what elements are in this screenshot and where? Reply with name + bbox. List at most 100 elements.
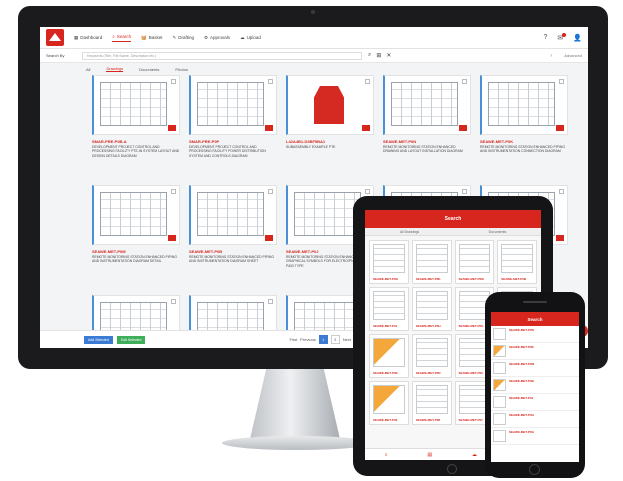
select-checkbox[interactable] [365, 189, 370, 194]
tablet-tab-documents[interactable]: Documents [489, 230, 507, 234]
select-checkbox[interactable] [268, 79, 273, 84]
select-checkbox[interactable] [171, 299, 176, 304]
tablet-result-card[interactable]: SEAWE-MET-P0H [411, 287, 452, 331]
card-title[interactable]: SEAWE-MET-P0N [383, 139, 471, 144]
tab-documents[interactable]: Documents [139, 67, 159, 72]
nav-dashboard[interactable]: ▦ Dashboard [74, 35, 102, 41]
nav-approvals[interactable]: ⚙ Approvals [204, 35, 230, 41]
card-title[interactable]: SEAWE-MET-P0M [92, 249, 180, 254]
select-checkbox[interactable] [268, 299, 273, 304]
brand-logo[interactable] [46, 29, 64, 46]
search-bar: Search By Keywords (Title, File Name, De… [40, 49, 588, 63]
nav-drafting[interactable]: ✎ Drafting [172, 35, 194, 41]
card-title[interactable]: SMAR-PRE-P0P [189, 139, 277, 144]
tab-photos[interactable]: Photos [175, 67, 187, 72]
phone-header: Search [491, 312, 579, 326]
drawing-thumbnail[interactable] [189, 185, 277, 245]
tab-all[interactable]: All [86, 67, 90, 72]
tablet-result-card[interactable]: SEAWE-MET-P0K [411, 240, 452, 284]
tablet-card-title: SEAWE-MET-P0H [415, 324, 441, 328]
select-checkbox[interactable] [268, 189, 273, 194]
drawing-thumbnail[interactable] [92, 75, 180, 135]
clear-icon[interactable]: ✕ [386, 52, 391, 59]
phone-row-title: SEAWE-MET-P0B [509, 379, 534, 383]
phone-device: Search SEAWE-MET-P0N SEAWE-MET-P0K SEAWE-M… [485, 292, 585, 478]
result-card[interactable]: SEAWE-MET-P0N REMOTE MONITORING STATION E… [383, 75, 471, 177]
tab-drawings[interactable]: Drawings [106, 66, 124, 72]
tablet-result-card[interactable]: SEAWE-MET-P0N [369, 240, 409, 284]
drawing-preview [373, 385, 405, 414]
advanced-search-link[interactable]: Advanced [564, 53, 582, 58]
select-checkbox[interactable] [462, 79, 467, 84]
select-checkbox[interactable] [462, 189, 467, 194]
phone-home-button[interactable] [529, 464, 540, 475]
tablet-result-card[interactable]: SEAWE-MET-P0B [497, 240, 537, 284]
select-checkbox[interactable] [171, 189, 176, 194]
add-selected-button[interactable]: Add Selected [84, 335, 113, 344]
card-title[interactable]: SEAWE-MET-P0K [480, 139, 568, 144]
tablet-card-title: SEAWE-MET-P07 [458, 418, 483, 422]
pager-next[interactable]: Next [343, 337, 351, 342]
tablet-result-card[interactable]: SEAWE-MET-P0E [369, 334, 409, 378]
phone-row-title: SEAWE-MET-P0M [509, 362, 535, 366]
tablet-result-card[interactable]: SEAWE-MET-P08 [411, 381, 452, 425]
phone-result-row[interactable]: SEAWE-MET-P0H [491, 411, 579, 428]
select-checkbox[interactable] [559, 189, 564, 194]
drawing-thumbnail[interactable] [383, 75, 471, 135]
nav-upload[interactable]: ☁ Upload [240, 35, 261, 41]
phone-result-row[interactable]: SEAWE-MET-P0K [491, 343, 579, 360]
tablet-tabs: All Drawings Documents [365, 228, 541, 236]
filter-icon[interactable]: ⊞ [376, 52, 381, 59]
pager-first[interactable]: First [289, 337, 297, 342]
result-card[interactable]: SEAWE-MET-P0M REMOTE MONITORING STATION E… [92, 185, 180, 287]
edit-selected-button[interactable]: Edit Selected [116, 335, 146, 344]
card-title[interactable]: SMAR-PRE-P0B-A [92, 139, 180, 144]
tablet-card-title: SEAWE-MET-P0G [458, 324, 484, 328]
drawing-preview [197, 192, 264, 236]
search-icon[interactable]: ⌕ [368, 52, 371, 59]
tablet-result-card[interactable]: SEAWE-MET-P09 [369, 381, 409, 425]
drawing-thumbnail[interactable] [480, 75, 568, 135]
tablet-result-card[interactable]: SEAWE-MET-P0D [411, 334, 452, 378]
phone-result-row[interactable]: SEAWE-MET-P0N [491, 326, 579, 343]
tablet-basket-icon[interactable]: ▤ [427, 452, 432, 458]
card-title[interactable]: SEAWE-MET-P0B [189, 249, 277, 254]
search-scope-dropdown[interactable]: Search By [46, 53, 76, 58]
help-icon[interactable]: ? [544, 34, 548, 42]
nav-search[interactable]: ⌕ Search [112, 34, 132, 42]
user-menu-icon[interactable]: 👤 [573, 34, 582, 42]
pager-previous[interactable]: Previous [300, 337, 316, 342]
result-card[interactable]: SEAWE-MET-P0B REMOTE MONITORING STATION E… [189, 185, 277, 287]
phone-result-row[interactable]: SEAWE-MET-P0J [491, 394, 579, 411]
page-2[interactable]: 2 [330, 335, 340, 344]
tablet-result-card[interactable]: SEAWE-MET-P0J [369, 287, 409, 331]
result-tabs: All Drawings Documents Photos [40, 63, 588, 75]
card-title[interactable]: L42A4B1-D3BF5BA1 [286, 139, 374, 144]
select-checkbox[interactable] [365, 79, 370, 84]
select-checkbox[interactable] [559, 79, 564, 84]
tablet-search-icon[interactable]: ⌕ [385, 452, 388, 458]
result-card[interactable]: L42A4B1-D3BF5BA1 SUBASSEMBLY EXAMPLE PTE [286, 75, 374, 177]
drawing-thumbnail[interactable] [286, 75, 374, 135]
nav-basket[interactable]: 🧺 Basket [141, 35, 162, 41]
phone-result-row[interactable]: SEAWE-MET-P0G [491, 428, 579, 445]
phone-result-row[interactable]: SEAWE-MET-P0B [491, 377, 579, 394]
search-input[interactable]: Keywords (Title, File Name, Description … [82, 51, 362, 60]
result-card[interactable]: SMAR-PRE-P0B-A DEVELOPMENT PROJECT CONTRO… [92, 75, 180, 177]
phone-result-row[interactable]: SEAWE-MET-P0M [491, 360, 579, 377]
tablet-home-button[interactable] [447, 464, 457, 474]
tablet-result-card[interactable]: SEAWE-MET-P0M [454, 240, 495, 284]
result-card[interactable]: SEAWE-MET-P0K REMOTE MONITORING STATION E… [480, 75, 568, 177]
notifications-icon[interactable]: ✉ [557, 32, 567, 42]
help-link[interactable]: ? [550, 53, 552, 58]
drawing-preview [493, 345, 506, 357]
tablet-upload-icon[interactable]: ☁ [472, 452, 477, 458]
result-card[interactable]: SMAR-PRE-P0P DEVELOPMENT PROJECT CONTROL … [189, 75, 277, 177]
drawing-thumbnail[interactable] [92, 185, 180, 245]
page-1[interactable]: 1 [318, 335, 328, 344]
drawing-preview [373, 244, 405, 273]
drawing-preview [493, 396, 506, 408]
tablet-tab-drawings[interactable]: All Drawings [400, 230, 419, 234]
select-checkbox[interactable] [171, 79, 176, 84]
drawing-thumbnail[interactable] [189, 75, 277, 135]
